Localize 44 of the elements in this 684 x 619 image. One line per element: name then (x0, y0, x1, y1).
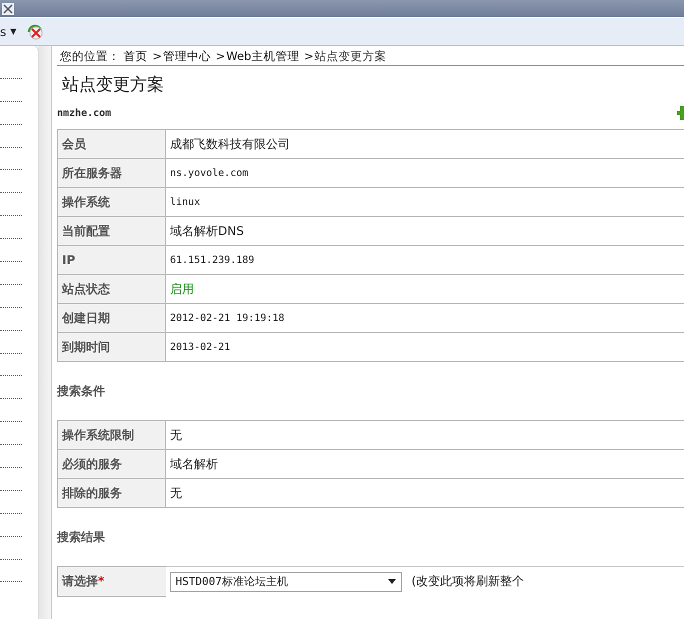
table-cell: 站点状态 (58, 274, 166, 304)
breadcrumb-link[interactable]: 站点变更方案 (314, 49, 387, 63)
table-cell: 域名解析DNS (166, 216, 684, 246)
page-title: 站点变更方案 (62, 74, 165, 97)
plus-icon[interactable] (677, 106, 684, 120)
breadcrumb-label: 您的位置： (60, 49, 120, 63)
breadcrumb-separator-icon: > (216, 49, 226, 63)
table-cell: 操作系统 (58, 188, 166, 216)
section-heading: 搜索结果 (57, 529, 106, 546)
table-cell: 当前配置 (58, 216, 166, 246)
breadcrumb-separator-icon: > (152, 49, 162, 63)
breadcrumb-link[interactable]: 首页 (124, 49, 148, 63)
table-cell: 必须的服务 (58, 450, 166, 478)
domain-name: nmzhe.com (57, 108, 112, 118)
breadcrumb-separator-icon: > (304, 49, 314, 63)
table-cell: 61.151.239.189 (166, 246, 684, 274)
section-heading: 搜索条件 (57, 383, 106, 400)
table-cell: IP (58, 246, 166, 274)
table-cell: 到期时间 (58, 332, 166, 362)
breadcrumb-link[interactable]: Web主机管理 (226, 49, 300, 63)
refresh-blocked-icon[interactable] (26, 22, 44, 40)
table-cell: ns.yovole.com (166, 158, 684, 188)
host-plan-dropdown[interactable]: HSTD007标准论坛主机 (170, 572, 402, 592)
table-cell: 操作系统限制 (58, 420, 166, 450)
breadcrumb-link[interactable]: 管理中心 (162, 49, 211, 63)
table-cell: 2012-02-21 19:19:18 (166, 304, 684, 332)
table-cell: 排除的服务 (58, 478, 166, 508)
table-cell: 2013-02-21 (166, 332, 684, 362)
toolbar-menu-label[interactable]: s (0, 24, 6, 38)
caret-icon[interactable]: ▼ (10, 27, 16, 36)
dropdown-caret-icon[interactable] (388, 579, 396, 584)
table-cell: linux (166, 188, 684, 216)
close-icon[interactable] (2, 2, 14, 14)
table-cell: 无 (166, 478, 684, 508)
table-cell: 启用 (166, 274, 684, 304)
table-cell: 会员 (58, 130, 166, 158)
table-cell: 域名解析 (166, 450, 684, 478)
table-cell: 创建日期 (58, 304, 166, 332)
required-mark: * (98, 574, 104, 588)
table-cell: 成都飞数科技有限公司 (166, 130, 684, 158)
field-label: 请选择 (62, 574, 98, 588)
hint-text: (改变此项将刷新整个 (412, 573, 524, 590)
table-cell: 无 (166, 420, 684, 450)
table-cell: 所在服务器 (58, 158, 166, 188)
